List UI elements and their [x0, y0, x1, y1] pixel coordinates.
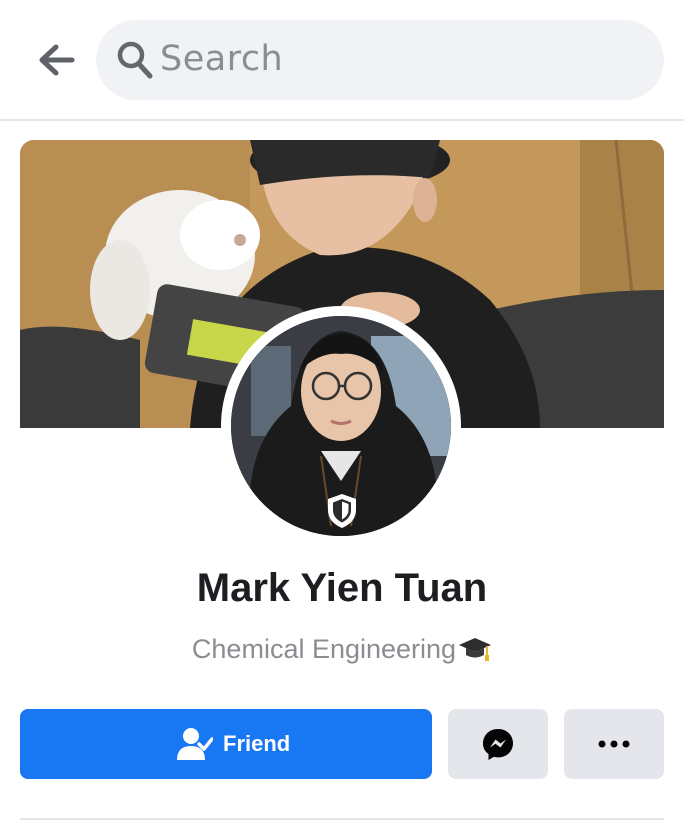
- profile-bio: Chemical Engineering: [0, 634, 684, 665]
- more-dots-icon: [598, 740, 630, 748]
- friend-button[interactable]: Friend: [20, 709, 432, 779]
- messenger-icon: [483, 729, 513, 760]
- message-button[interactable]: [448, 709, 548, 779]
- user-check-icon: [177, 728, 213, 760]
- search-icon: [117, 41, 153, 79]
- section-divider: [20, 818, 664, 820]
- back-button[interactable]: [34, 38, 82, 82]
- search-placeholder: Search: [160, 39, 284, 79]
- friend-button-label: Friend: [223, 731, 291, 756]
- graduation-cap-icon: [459, 638, 492, 661]
- more-options-button[interactable]: [564, 709, 664, 779]
- header-divider: [0, 119, 684, 121]
- top-bar: Search: [0, 0, 684, 120]
- arrow-left-icon: [39, 44, 75, 76]
- search-bar[interactable]: Search: [96, 20, 664, 100]
- profile-name: Mark Yien Tuan: [196, 566, 488, 610]
- profile-bio-text: Chemical Engineering: [191, 634, 457, 664]
- profile-shield-icon: [328, 494, 356, 528]
